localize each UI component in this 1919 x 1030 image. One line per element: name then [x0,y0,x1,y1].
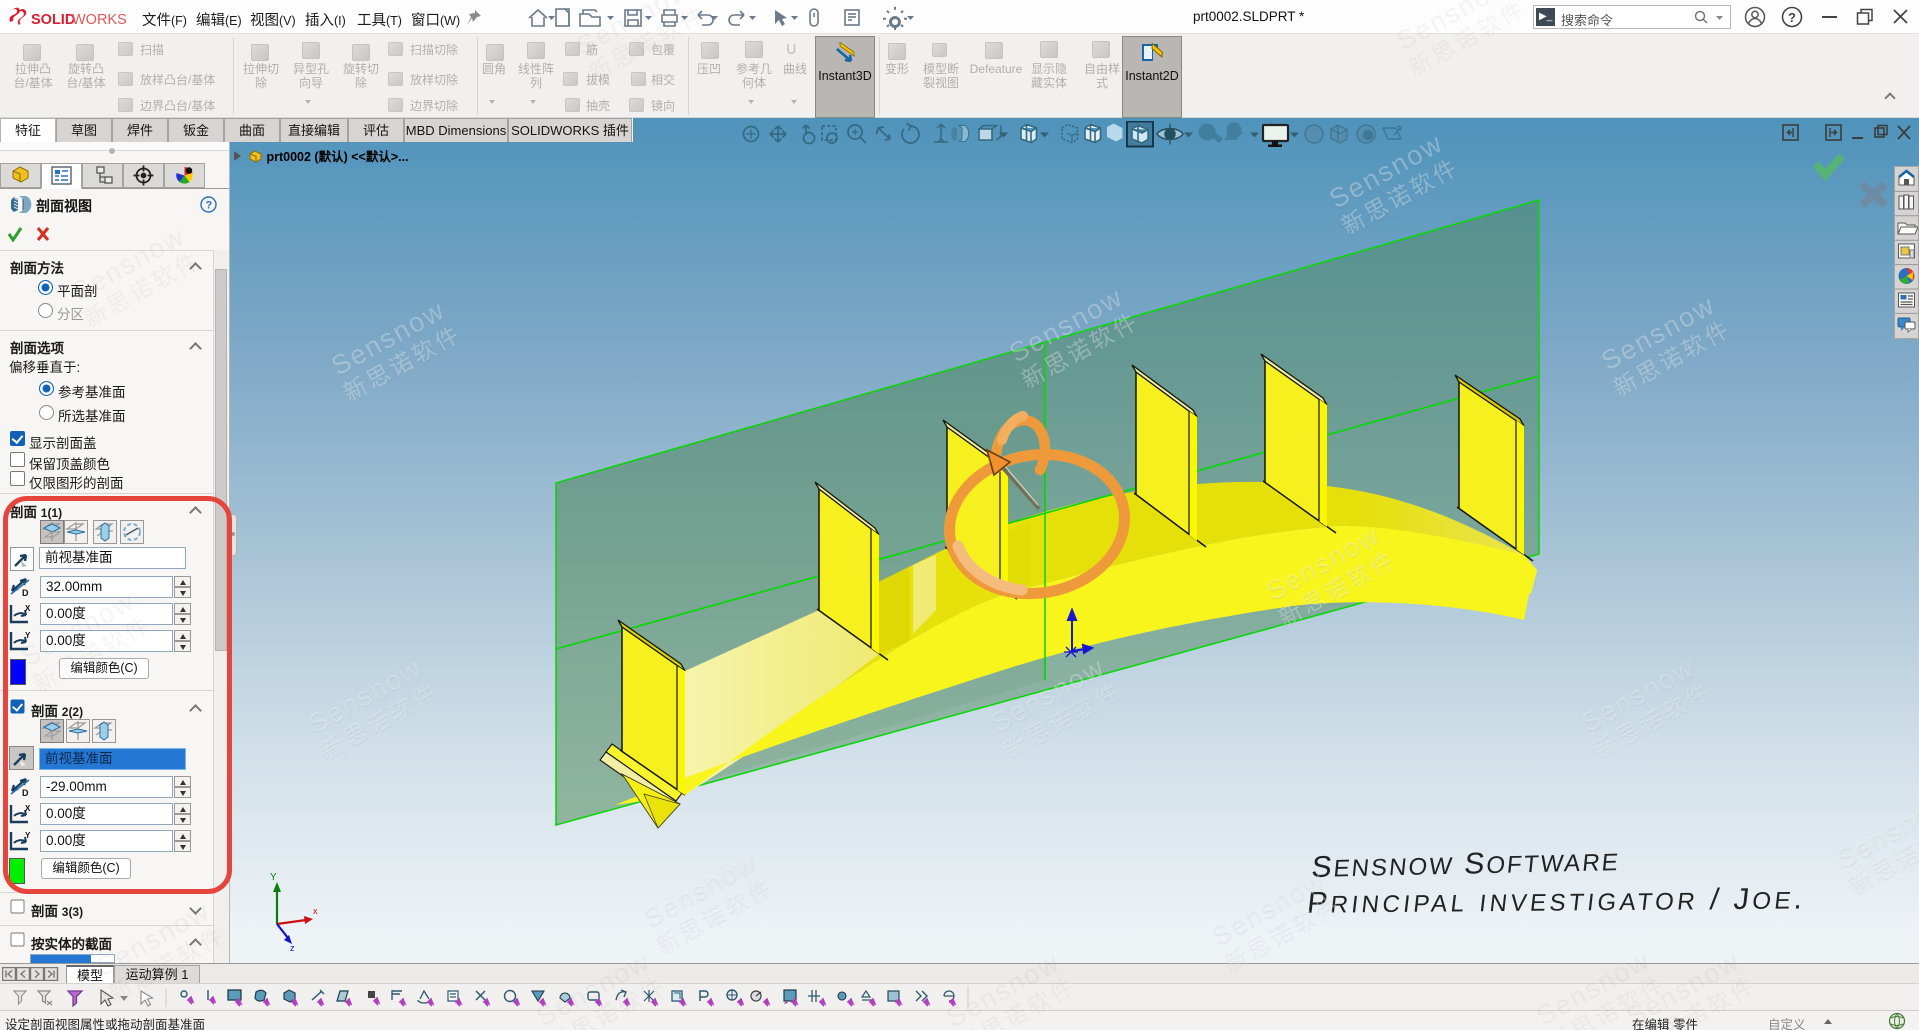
svg-text:?: ? [1788,10,1796,25]
svg-text:WORKS: WORKS [72,12,127,28]
svg-text:x: x [313,906,318,916]
svg-text:SOLID: SOLID [31,12,75,28]
svg-text:?: ? [206,200,213,212]
svg-text:Y: Y [270,872,277,883]
svg-text:z: z [290,943,295,953]
